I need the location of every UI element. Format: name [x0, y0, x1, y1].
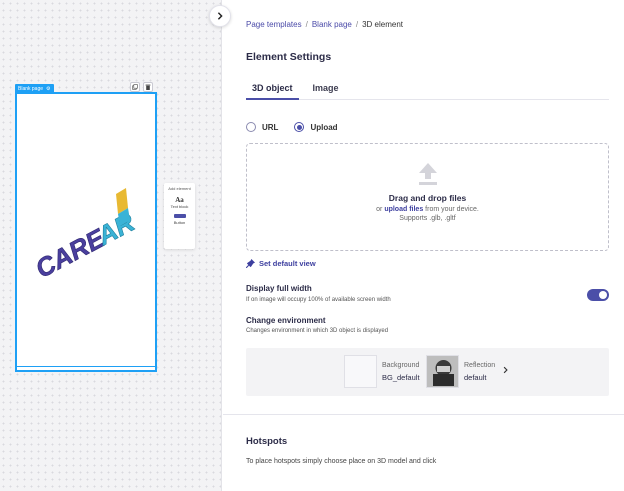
chevron-right-icon [217, 12, 223, 20]
add-button[interactable]: Button [164, 214, 195, 225]
section-divider [223, 414, 624, 415]
frame-bottom-line [15, 365, 157, 367]
dropzone-prefix: or [376, 206, 383, 213]
delete-icon[interactable] [143, 82, 153, 92]
url-radio[interactable] [246, 122, 256, 132]
full-width-title: Display full width [246, 284, 312, 293]
reflection-value: default [464, 373, 487, 382]
set-default-view-label: Set default view [259, 259, 316, 268]
background-label: Background [382, 362, 420, 369]
environment-selector[interactable]: Background BG_default Reflection default [246, 348, 609, 396]
breadcrumb-separator: / [355, 20, 359, 29]
environment-title: Change environment [246, 316, 326, 325]
full-width-description: If on image will occupy 100% of availabl… [246, 297, 391, 303]
text-block-icon: Aa [175, 196, 184, 204]
button-label: Button [173, 220, 186, 225]
dropzone-file-types: Supports .glb, .gltf [399, 215, 456, 222]
dropzone-suffix: from your device. [425, 206, 479, 213]
full-width-toggle[interactable] [587, 289, 609, 301]
text-block-label: Text block [170, 204, 189, 209]
breadcrumb-current: 3D element [362, 20, 404, 29]
editor-canvas: Blank page ⚙ CARE AR Add element Aa Text… [0, 0, 222, 491]
element-settings-title: Element Settings [246, 51, 332, 63]
dropzone-subtitle: or upload files from your device. [247, 206, 608, 213]
settings-panel: Page templates / Blank page / 3D element… [223, 0, 624, 491]
settings-tabs: 3D object Image [246, 78, 609, 100]
collapse-panel-button[interactable] [209, 5, 231, 27]
set-default-view-button[interactable]: Set default view [246, 259, 316, 268]
reflection-thumbnail [426, 355, 459, 388]
breadcrumb: Page templates / Blank page / 3D element [246, 20, 403, 29]
tab-3d-object[interactable]: 3D object [246, 78, 299, 100]
add-text-block[interactable]: Aa Text block [164, 196, 195, 209]
tab-image[interactable]: Image [307, 78, 345, 100]
url-radio-label[interactable]: URL [262, 123, 278, 132]
duplicate-icon[interactable] [130, 82, 140, 92]
background-thumbnail [344, 355, 377, 388]
breadcrumb-separator: / [305, 20, 308, 29]
add-element-panel: Add element Aa Text block Button [164, 183, 195, 249]
add-element-title: Add element [168, 186, 191, 191]
hotspots-title: Hotspots [246, 436, 288, 447]
background-value: BG_default [382, 373, 420, 382]
frame-toolbar [130, 82, 153, 92]
upload-radio-label[interactable]: Upload [310, 123, 337, 132]
source-radio-group: URL Upload [246, 122, 348, 132]
environment-description: Changes environment in which 3D object i… [246, 328, 389, 334]
hotspots-description: To place hotspots simply choose place on… [246, 458, 437, 465]
upload-files-link[interactable]: upload files [384, 206, 423, 213]
breadcrumb-page-templates[interactable]: Page templates [246, 20, 302, 29]
pin-icon [246, 259, 255, 268]
3d-model-preview[interactable]: CARE AR [26, 184, 140, 289]
file-dropzone[interactable]: Drag and drop files or upload files from… [246, 143, 609, 251]
reflection-label: Reflection [464, 362, 496, 369]
breadcrumb-blank-page[interactable]: Blank page [312, 20, 352, 29]
dropzone-title: Drag and drop files [388, 193, 467, 203]
upload-radio[interactable] [294, 122, 305, 132]
button-icon [173, 214, 186, 218]
upload-arrow-icon [418, 162, 438, 186]
chevron-right-icon[interactable] [502, 366, 509, 374]
carear-logo-icon: CARE AR [30, 188, 140, 284]
